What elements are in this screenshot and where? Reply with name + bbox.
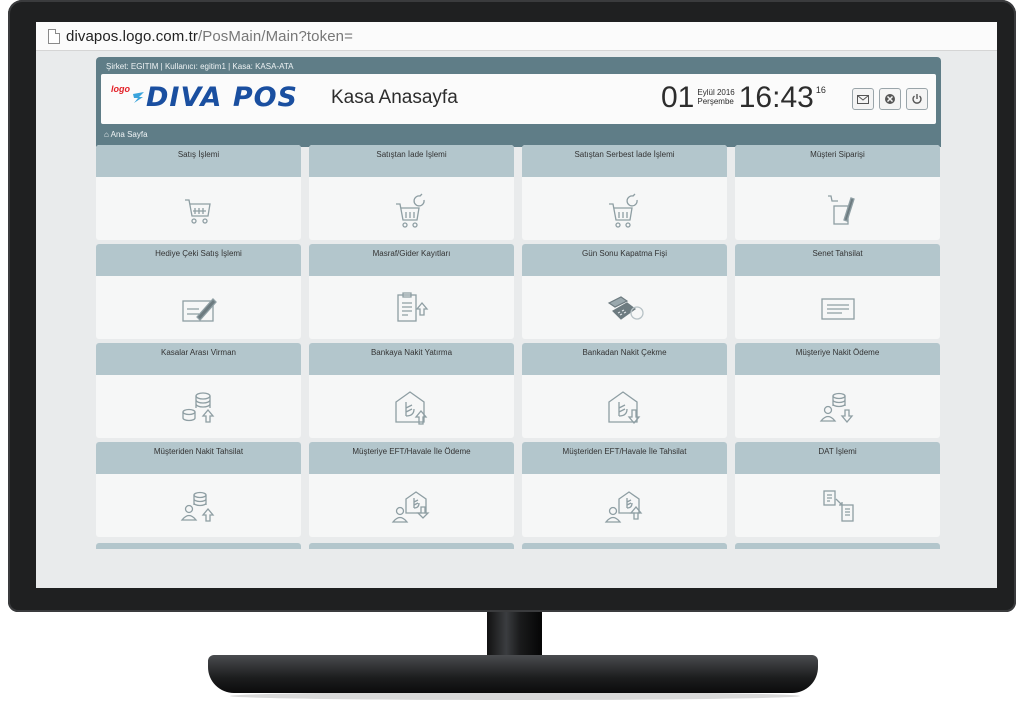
monitor-base-shadow <box>230 692 800 700</box>
tile-dat-islemi[interactable]: DAT İşlemi <box>735 442 940 537</box>
tile-label: Satış İşlemi <box>96 145 301 177</box>
note-icon <box>820 298 855 320</box>
date-weekday: Perşembe <box>697 97 734 106</box>
tile-bankaya-nakit[interactable]: Bankaya Nakit Yatırma <box>309 343 514 438</box>
mail-button[interactable] <box>852 88 874 110</box>
page-icon <box>48 28 60 44</box>
cart-return-icon <box>395 193 425 228</box>
tile-satis-islemi[interactable]: Satış İşlemi <box>96 145 301 240</box>
home-icon: ⌂ <box>104 130 109 139</box>
address-bar[interactable]: divapos.logo.com.tr/PosMain/Main?token= <box>36 22 997 51</box>
date-time: 01 Eylül 2016 Perşembe 16:43 16 <box>661 82 826 114</box>
tile-masraf-gider[interactable]: Masraf/Gider Kayıtları <box>309 244 514 339</box>
tile-label: Bankadan Nakit Çekme <box>522 343 727 375</box>
date-day: 01 <box>661 81 695 114</box>
gift-check-icon <box>181 298 217 322</box>
database-transfer-icon <box>181 392 214 423</box>
url-text[interactable]: divapos.logo.com.tr/PosMain/Main?token= <box>66 28 353 45</box>
tile-musteri-siparisi[interactable]: Müşteri Siparişi <box>735 145 940 240</box>
mail-icon <box>857 94 869 104</box>
tile-label: Müşteri Siparişi <box>735 145 940 177</box>
monitor-base <box>208 655 818 693</box>
person-up-icon <box>180 491 214 522</box>
settings-button[interactable] <box>879 88 901 110</box>
person-down-icon <box>819 392 853 424</box>
url-path: /PosMain/Main?token= <box>197 27 353 45</box>
breadcrumb[interactable]: ⌂ Ana Sayfa <box>104 130 148 139</box>
tile-label: Hediye Çeki Satış İşlemi <box>96 244 301 276</box>
tile-partial <box>96 543 301 549</box>
tile-label: Bankaya Nakit Yatırma <box>309 343 514 375</box>
tile-label: Müşteriye Nakit Ödeme <box>735 343 940 375</box>
tile-label: Müşteriden Nakit Tahsilat <box>96 442 301 474</box>
tile-label: DAT İşlemi <box>735 442 940 474</box>
monitor-neck <box>487 612 542 660</box>
tile-label: Senet Tahsilat <box>735 244 940 276</box>
page-title: Kasa Anasayfa <box>331 87 458 108</box>
breadcrumb-home: Ana Sayfa <box>110 130 148 139</box>
tile-label: Masraf/Gider Kayıtları <box>309 244 514 276</box>
bank-deposit-icon <box>394 391 427 425</box>
tile-kasalar-arasi-virman[interactable]: Kasalar Arası Virman <box>96 343 301 438</box>
tile-label: Satıştan Serbest İade İşlemi <box>522 145 727 177</box>
settings-icon <box>885 94 895 104</box>
clock-time: 16:43 <box>738 81 814 114</box>
pos-terminal-icon <box>607 296 644 320</box>
cart-icon <box>184 199 211 224</box>
tile-musteriye-nakit-odeme[interactable]: Müşteriye Nakit Ödeme <box>735 343 940 438</box>
tile-label: Gün Sonu Kapatma Fişi <box>522 244 727 276</box>
tile-grid: Satış İşlemi Satıştan İade İşlemi Satışt… <box>96 145 946 549</box>
session-info: Şirket: EGITIM | Kullanıcı: egitim1 | Ka… <box>106 62 294 71</box>
header-actions <box>852 88 928 110</box>
tile-label: Kasalar Arası Virman <box>96 343 301 375</box>
power-icon <box>912 94 922 104</box>
top-bar: logo DIVA POS Kasa Anasayfa 01 Eylül 201… <box>101 74 936 124</box>
order-pen-icon <box>827 195 855 225</box>
cart-return-icon <box>608 193 638 228</box>
date-month-year: Eylül 2016 <box>697 88 735 97</box>
person-bank-down-icon <box>391 491 430 523</box>
tile-bankadan-nakit[interactable]: Bankadan Nakit Çekme <box>522 343 727 438</box>
tile-musteriden-nakit-tahsilat[interactable]: Müşteriden Nakit Tahsilat <box>96 442 301 537</box>
tile-musteriden-eft-tahsilat[interactable]: Müşteriden EFT/Havale İle Tahsilat <box>522 442 727 537</box>
logo-text: DIVA POS <box>146 81 299 113</box>
tile-partial <box>309 543 514 549</box>
url-domain: divapos.logo.com.tr <box>66 27 198 45</box>
power-button[interactable] <box>906 88 928 110</box>
document-transfer-icon <box>822 490 854 522</box>
person-bank-up-icon <box>604 491 642 523</box>
tile-satistan-iade[interactable]: Satıştan İade İşlemi <box>309 145 514 240</box>
tile-gun-sonu[interactable]: Gün Sonu Kapatma Fişi <box>522 244 727 339</box>
tile-label: Satıştan İade İşlemi <box>309 145 514 177</box>
screen: divapos.logo.com.tr/PosMain/Main?token= … <box>36 22 997 588</box>
clock-seconds: 16 <box>815 85 826 95</box>
tile-serbest-iade[interactable]: Satıştan Serbest İade İşlemi <box>522 145 727 240</box>
tile-partial <box>522 543 727 549</box>
bank-withdraw-icon <box>607 391 640 425</box>
pos-app: Şirket: EGITIM | Kullanıcı: egitim1 | Ka… <box>96 57 941 147</box>
logo-small-text: logo <box>111 83 130 94</box>
app-header: Şirket: EGITIM | Kullanıcı: egitim1 | Ka… <box>96 57 941 147</box>
tile-partial <box>735 543 940 549</box>
clipboard-up-icon <box>396 292 428 322</box>
tile-senet-tahsilat[interactable]: Senet Tahsilat <box>735 244 940 339</box>
tile-label: Müşteriye EFT/Havale İle Ödeme <box>309 442 514 474</box>
diva-pos-logo[interactable]: logo DIVA POS <box>111 79 298 115</box>
logo-swoosh-icon <box>133 92 144 103</box>
tile-musteriye-eft-odeme[interactable]: Müşteriye EFT/Havale İle Ödeme <box>309 442 514 537</box>
tile-label: Müşteriden EFT/Havale İle Tahsilat <box>522 442 727 474</box>
tile-hediye-ceki[interactable]: Hediye Çeki Satış İşlemi <box>96 244 301 339</box>
monitor-frame: divapos.logo.com.tr/PosMain/Main?token= … <box>8 0 1016 612</box>
date-month-col: Eylül 2016 Perşembe <box>697 88 734 106</box>
